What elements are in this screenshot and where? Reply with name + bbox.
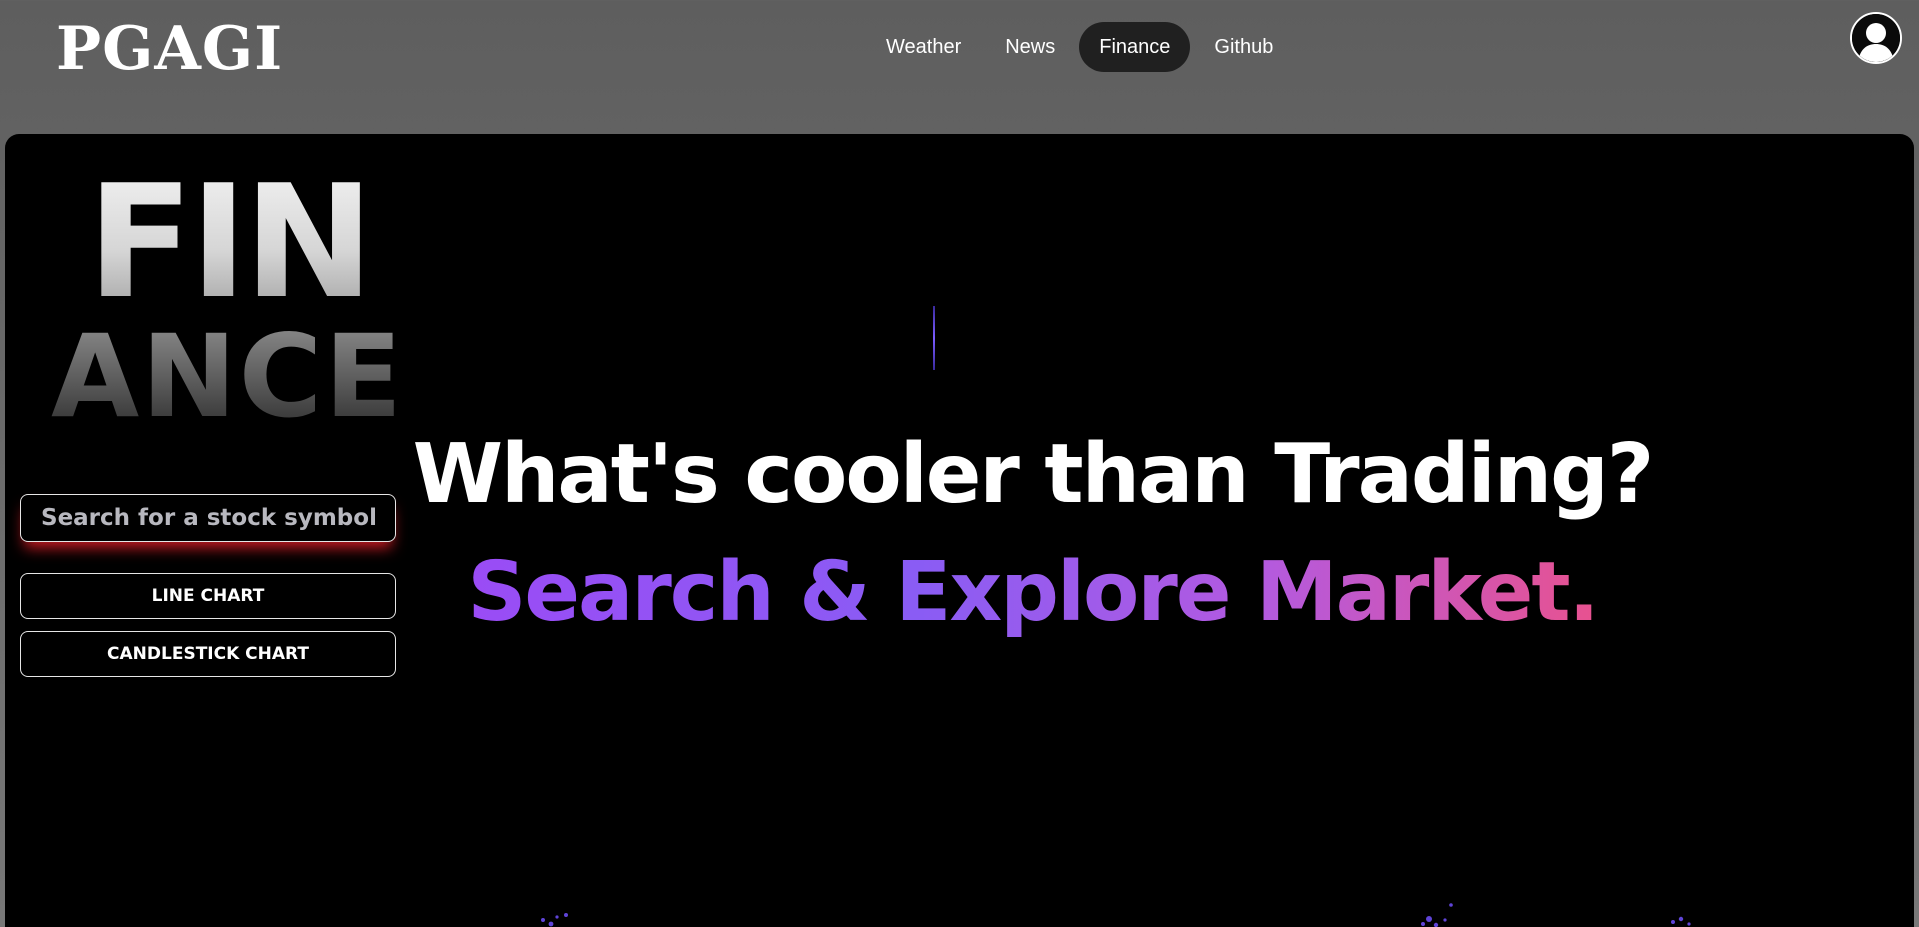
hero-subline-text: Search & Explore Market. <box>467 545 1599 640</box>
main-nav: Weather News Finance Github <box>866 22 1293 72</box>
finance-panel: FIN ANCE LINE CHART CANDLESTICK CHART Wh… <box>5 134 1914 927</box>
finance-title-bottom: ANCE <box>51 310 405 443</box>
top-header: PGAGI Weather News Finance Github <box>0 0 1919 134</box>
hero-headline: What's cooler than Trading? <box>412 427 1655 522</box>
typing-cursor <box>933 306 935 370</box>
nav-github[interactable]: Github <box>1194 22 1293 72</box>
finance-title-top: FIN <box>87 151 374 333</box>
site-logo[interactable]: PGAGI <box>56 14 283 84</box>
nav-finance[interactable]: Finance <box>1079 22 1191 72</box>
hero-subline: Search & Explore Market. <box>5 545 1914 640</box>
user-avatar-icon[interactable] <box>1850 12 1902 64</box>
nav-news[interactable]: News <box>985 22 1075 72</box>
nav-weather[interactable]: Weather <box>866 22 981 72</box>
person-silhouette-icon <box>1852 14 1900 62</box>
